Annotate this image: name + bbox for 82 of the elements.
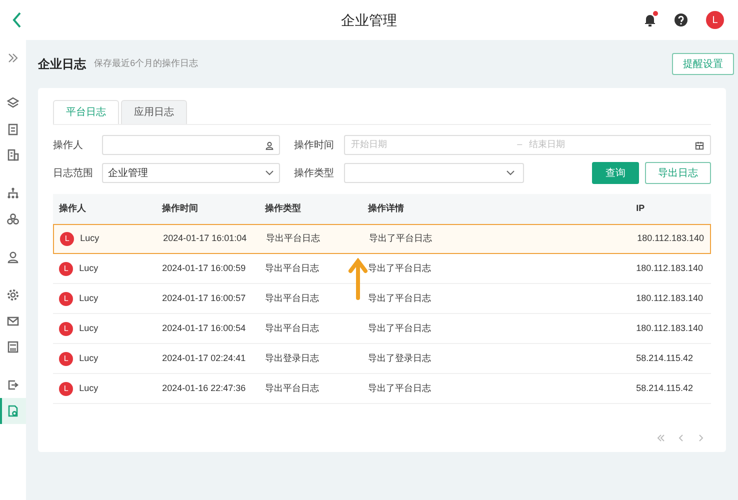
column-header: 操作时间 bbox=[162, 202, 200, 216]
mail-icon[interactable] bbox=[6, 314, 20, 328]
scope-dropdown[interactable]: 企业管理 bbox=[102, 163, 280, 183]
clipboard-icon[interactable] bbox=[6, 122, 20, 136]
table-cell-text: 2024-01-17 16:00:57 bbox=[162, 292, 247, 305]
table-cell-text: Lucy bbox=[79, 262, 98, 275]
bell-icon[interactable] bbox=[644, 13, 656, 27]
column-header: 操作类型 bbox=[265, 202, 302, 216]
table-cell-text: Lucy bbox=[79, 292, 98, 305]
table-cell-text: 导出了平台日志 bbox=[369, 232, 434, 246]
table-cell-text: Lucy bbox=[80, 232, 100, 246]
table-cell-text: 导出平台日志 bbox=[266, 232, 322, 246]
table-cell-text: 导出了平台日志 bbox=[368, 262, 432, 275]
table-row[interactable]: L Lucy 2024-01-17 16:01:04 导出平台日志 导出了平台日志 180.112.183.140 bbox=[53, 224, 711, 254]
calculator-icon[interactable] bbox=[6, 340, 20, 354]
column-header: 操作人 bbox=[59, 202, 88, 216]
field-label: 日志范围 bbox=[53, 166, 94, 180]
circles-icon[interactable] bbox=[6, 212, 20, 226]
user-icon[interactable] bbox=[6, 250, 20, 264]
start-date-placeholder: 开始日期 bbox=[351, 138, 388, 152]
exit-icon[interactable] bbox=[6, 378, 20, 392]
table-cell-text: 导出了平台日志 bbox=[368, 322, 432, 335]
page-title: 企业管理 bbox=[341, 10, 397, 30]
range-separator: – bbox=[517, 138, 524, 152]
avatar: L bbox=[60, 232, 74, 246]
table-cell-text: 导出平台日志 bbox=[265, 382, 320, 395]
hierarchy-icon[interactable] bbox=[6, 186, 20, 200]
annotation-arrow bbox=[348, 258, 368, 300]
table-cell-text: 导出平台日志 bbox=[265, 262, 320, 275]
end-date-placeholder: 结束日期 bbox=[529, 138, 566, 152]
tab[interactable]: 应用日志 bbox=[121, 100, 188, 124]
table-cell-text: 180.112.183.140 bbox=[636, 322, 704, 335]
table-cell-text: 导出平台日志 bbox=[265, 292, 320, 305]
back-icon[interactable] bbox=[12, 12, 22, 28]
column-header: IP bbox=[636, 202, 646, 216]
section-subtitle: 保存最近6个月的操作日志 bbox=[94, 57, 198, 70]
table-cell-text: 导出了登录日志 bbox=[368, 352, 432, 365]
table-cell-text: 2024-01-17 16:00:59 bbox=[162, 262, 247, 275]
section-title: 企业日志 bbox=[38, 56, 86, 73]
user-icon bbox=[265, 140, 274, 150]
expand-icon[interactable] bbox=[8, 53, 18, 63]
table-cell-text: 导出了平台日志 bbox=[368, 292, 432, 305]
avatar: L bbox=[59, 322, 74, 336]
document-icon[interactable] bbox=[6, 404, 20, 418]
avatar: L bbox=[59, 262, 74, 276]
avatar: L bbox=[59, 292, 74, 306]
table-row[interactable]: L Lucy 2024-01-17 16:00:59 导出平台日志 导出了平台日志 180.112.183.140 bbox=[53, 254, 711, 284]
table-cell-text: 导出了平台日志 bbox=[368, 382, 432, 395]
layers-icon[interactable] bbox=[6, 96, 20, 110]
table-cell-text: 180.112.183.140 bbox=[637, 232, 704, 246]
table-cell-text: 2024-01-17 16:01:04 bbox=[163, 232, 248, 246]
table-row[interactable]: L Lucy 2024-01-16 22:47:36 导出平台日志 导出了平台日志 58.214.115.42 bbox=[53, 374, 711, 404]
avatar: L bbox=[59, 382, 74, 396]
help-icon[interactable] bbox=[674, 13, 688, 27]
building-icon[interactable] bbox=[6, 148, 20, 162]
table-cell-text: 2024-01-16 22:47:36 bbox=[162, 382, 247, 395]
field-label: 操作时间 bbox=[294, 138, 336, 152]
table-cell-text: Lucy bbox=[79, 322, 98, 335]
table-cell-text: Lucy bbox=[79, 352, 98, 365]
dropdown-value: 企业管理 bbox=[108, 166, 148, 180]
table-cell-text: 导出平台日志 bbox=[265, 322, 320, 335]
calendar-icon bbox=[695, 140, 704, 150]
chevron-down-icon bbox=[265, 170, 274, 176]
table-cell-text: 180.112.183.140 bbox=[636, 292, 704, 305]
user-avatar[interactable]: L bbox=[706, 11, 724, 29]
avatar: L bbox=[59, 352, 74, 366]
operator-field[interactable] bbox=[102, 135, 280, 155]
column-header: 操作详情 bbox=[368, 202, 406, 216]
chevron-down-icon bbox=[506, 170, 516, 176]
table-row[interactable]: L Lucy 2024-01-17 16:00:54 导出平台日志 导出了平台日志 180.112.183.140 bbox=[53, 314, 711, 344]
table-cell-text: 2024-01-17 16:00:54 bbox=[162, 322, 247, 335]
field-label: 操作类型 bbox=[294, 166, 336, 180]
table-row[interactable]: L Lucy 2024-01-17 16:00:57 导出平台日志 导出了平台日志 180.112.183.140 bbox=[53, 284, 711, 314]
table-cell-text: Lucy bbox=[79, 382, 98, 395]
field-label: 操作人 bbox=[53, 138, 84, 152]
table-cell-text: 导出登录日志 bbox=[265, 352, 320, 365]
table-row[interactable]: L Lucy 2024-01-17 02:24:41 导出登录日志 导出了登录日志 58.214.115.42 bbox=[53, 344, 711, 374]
table-cell-text: 2024-01-17 02:24:41 bbox=[162, 352, 247, 365]
table-cell-text: 58.214.115.42 bbox=[636, 382, 694, 395]
table-cell-text: 180.112.183.140 bbox=[636, 262, 704, 275]
table-cell-text: 58.214.115.42 bbox=[636, 352, 694, 365]
settings-icon[interactable] bbox=[6, 288, 20, 302]
